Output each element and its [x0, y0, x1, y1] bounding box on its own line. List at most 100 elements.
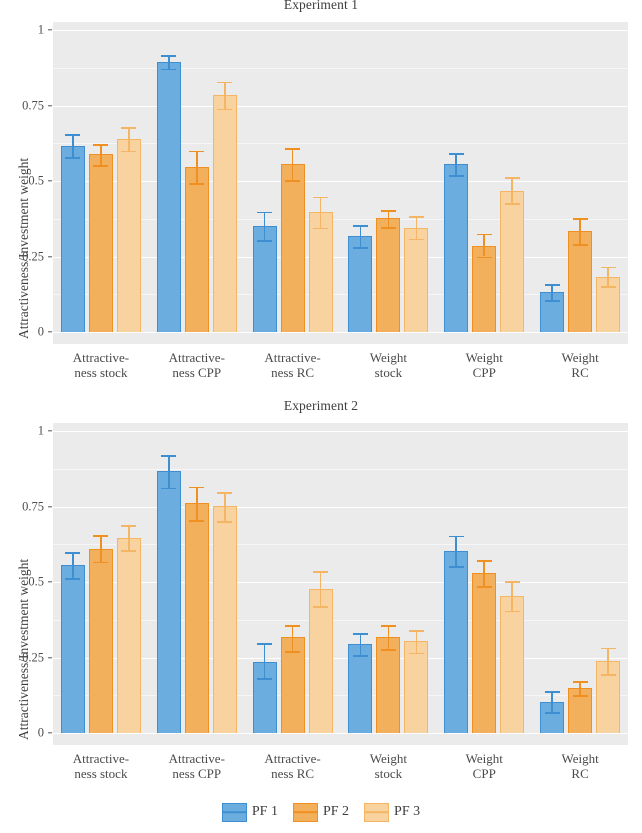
error-bar-cap-lower — [352, 655, 368, 657]
y-tick-label: 0.25 — [22, 249, 44, 263]
x-tick-label: Attractive-ness stock — [73, 350, 129, 380]
error-bar-cap-lower — [217, 521, 233, 523]
error-bar-cap-lower — [121, 550, 137, 552]
error-bar-line — [223, 81, 226, 109]
bar — [472, 572, 497, 733]
x-tick-label-line: CPP — [472, 364, 496, 380]
error-bar-cap-lower — [257, 240, 273, 243]
x-tick-label: Attractive-ness CPP — [168, 751, 225, 781]
error-bar-line — [72, 134, 74, 158]
error-bar-cap-lower — [313, 227, 329, 230]
y-tick-mark — [48, 29, 52, 31]
legend-swatch — [364, 802, 390, 822]
error-bar-line — [455, 153, 458, 176]
x-tick-label-line: ness stock — [74, 765, 128, 781]
gridline-minor — [53, 67, 628, 69]
legend-label: PF 2 — [322, 804, 350, 819]
x-tick-label-line: Attractive- — [168, 751, 225, 766]
x-tick-label-line: Attractive- — [264, 350, 321, 365]
error-bar-line — [511, 177, 514, 204]
error-bar-line — [579, 681, 581, 695]
error-bar-line — [551, 691, 553, 713]
bar — [568, 231, 593, 332]
error-bar-cap-lower — [121, 150, 137, 153]
bar — [156, 471, 181, 733]
error-bar-cap-upper — [476, 560, 492, 562]
error-bar-cap-upper — [448, 153, 464, 155]
bar — [596, 660, 621, 733]
error-bar-cap-upper — [217, 492, 233, 494]
error-bar-cap-lower — [313, 606, 329, 609]
legend-item[interactable]: PF 1 — [221, 802, 278, 822]
legend: PF 1 PF 2 PF 3 — [0, 800, 642, 824]
error-bar-line — [128, 127, 130, 151]
legend-label: PF 3 — [394, 804, 421, 819]
x-tick-label-line: Weight — [369, 350, 408, 365]
error-bar-cap-upper — [257, 211, 273, 214]
bar — [596, 276, 621, 332]
panel-1-plot-area — [53, 22, 628, 344]
bar — [60, 146, 85, 332]
x-tick-label: Attractive-ness RC — [264, 350, 321, 380]
error-bar-cap-upper — [161, 455, 177, 457]
bar — [212, 95, 237, 332]
x-tick-label: Attractive-ness CPP — [169, 350, 225, 380]
legend-item[interactable]: PF 2 — [292, 802, 350, 822]
error-bar-cap-lower — [380, 227, 396, 229]
gridline — [53, 256, 628, 258]
error-bar-line — [579, 218, 581, 245]
error-bar-cap-lower — [448, 566, 464, 568]
y-tick-label: 0.5 — [28, 574, 44, 589]
x-tick-label-line: ness CPP — [172, 364, 222, 380]
error-bar-cap-upper — [189, 486, 205, 489]
error-bar-line — [607, 647, 609, 675]
error-bar-cap-lower — [504, 203, 520, 205]
error-bar-cap-upper — [65, 552, 81, 554]
error-bar-cap-upper — [408, 630, 424, 632]
error-bar-cap-upper — [121, 127, 137, 129]
bar — [88, 154, 113, 332]
bar — [212, 505, 237, 733]
bar — [444, 551, 469, 733]
gridline-minor — [53, 695, 628, 697]
bar — [404, 227, 429, 332]
error-bar-line — [319, 571, 322, 607]
error-bar-cap-lower — [544, 712, 560, 715]
x-tick-label-line: ness RC — [271, 765, 315, 781]
gridline-minor — [53, 619, 628, 621]
error-bar-cap-upper — [121, 525, 137, 527]
error-bar-cap-upper — [93, 535, 109, 538]
bar — [540, 292, 565, 332]
x-tick-label-line: CPP — [472, 765, 496, 781]
legend-item[interactable]: PF 3 — [364, 802, 421, 822]
gridline-minor — [53, 544, 628, 546]
x-tick-label: Weight RC — [561, 751, 599, 781]
legend-swatch-errorbar-icon — [222, 811, 246, 813]
bar — [376, 636, 401, 733]
gridline — [53, 181, 628, 183]
error-bar-cap-upper — [217, 81, 233, 84]
error-bar-line — [167, 55, 170, 69]
bar — [500, 596, 525, 733]
gridline — [53, 431, 628, 433]
x-tick-label-line: stock — [374, 364, 403, 380]
error-bar-cap-lower — [600, 286, 616, 288]
error-bar-line — [415, 216, 418, 239]
panel-experiment-2: Experiment 2 Attractiveness/Investment w… — [0, 396, 642, 796]
bar — [184, 166, 209, 332]
error-bar-cap-upper — [380, 625, 396, 627]
error-bar-cap-upper — [313, 196, 329, 199]
error-bar-cap-lower — [257, 678, 273, 680]
error-bar-cap-upper — [544, 283, 560, 286]
y-tick-mark — [48, 505, 52, 508]
panel-1-gridlines — [53, 22, 628, 344]
x-tick-label-line: Attractive- — [72, 751, 130, 766]
panel-experiment-1: Experiment 1 Attractiveness/Investment w… — [0, 0, 642, 400]
x-tick-label-line: Weight — [561, 751, 599, 766]
bar — [568, 688, 593, 733]
bar — [308, 212, 333, 332]
x-tick-label: Attractive-ness RC — [264, 751, 320, 781]
error-bar-cap-upper — [285, 148, 301, 150]
bar — [348, 643, 373, 733]
error-bar-cap-upper — [572, 681, 588, 683]
